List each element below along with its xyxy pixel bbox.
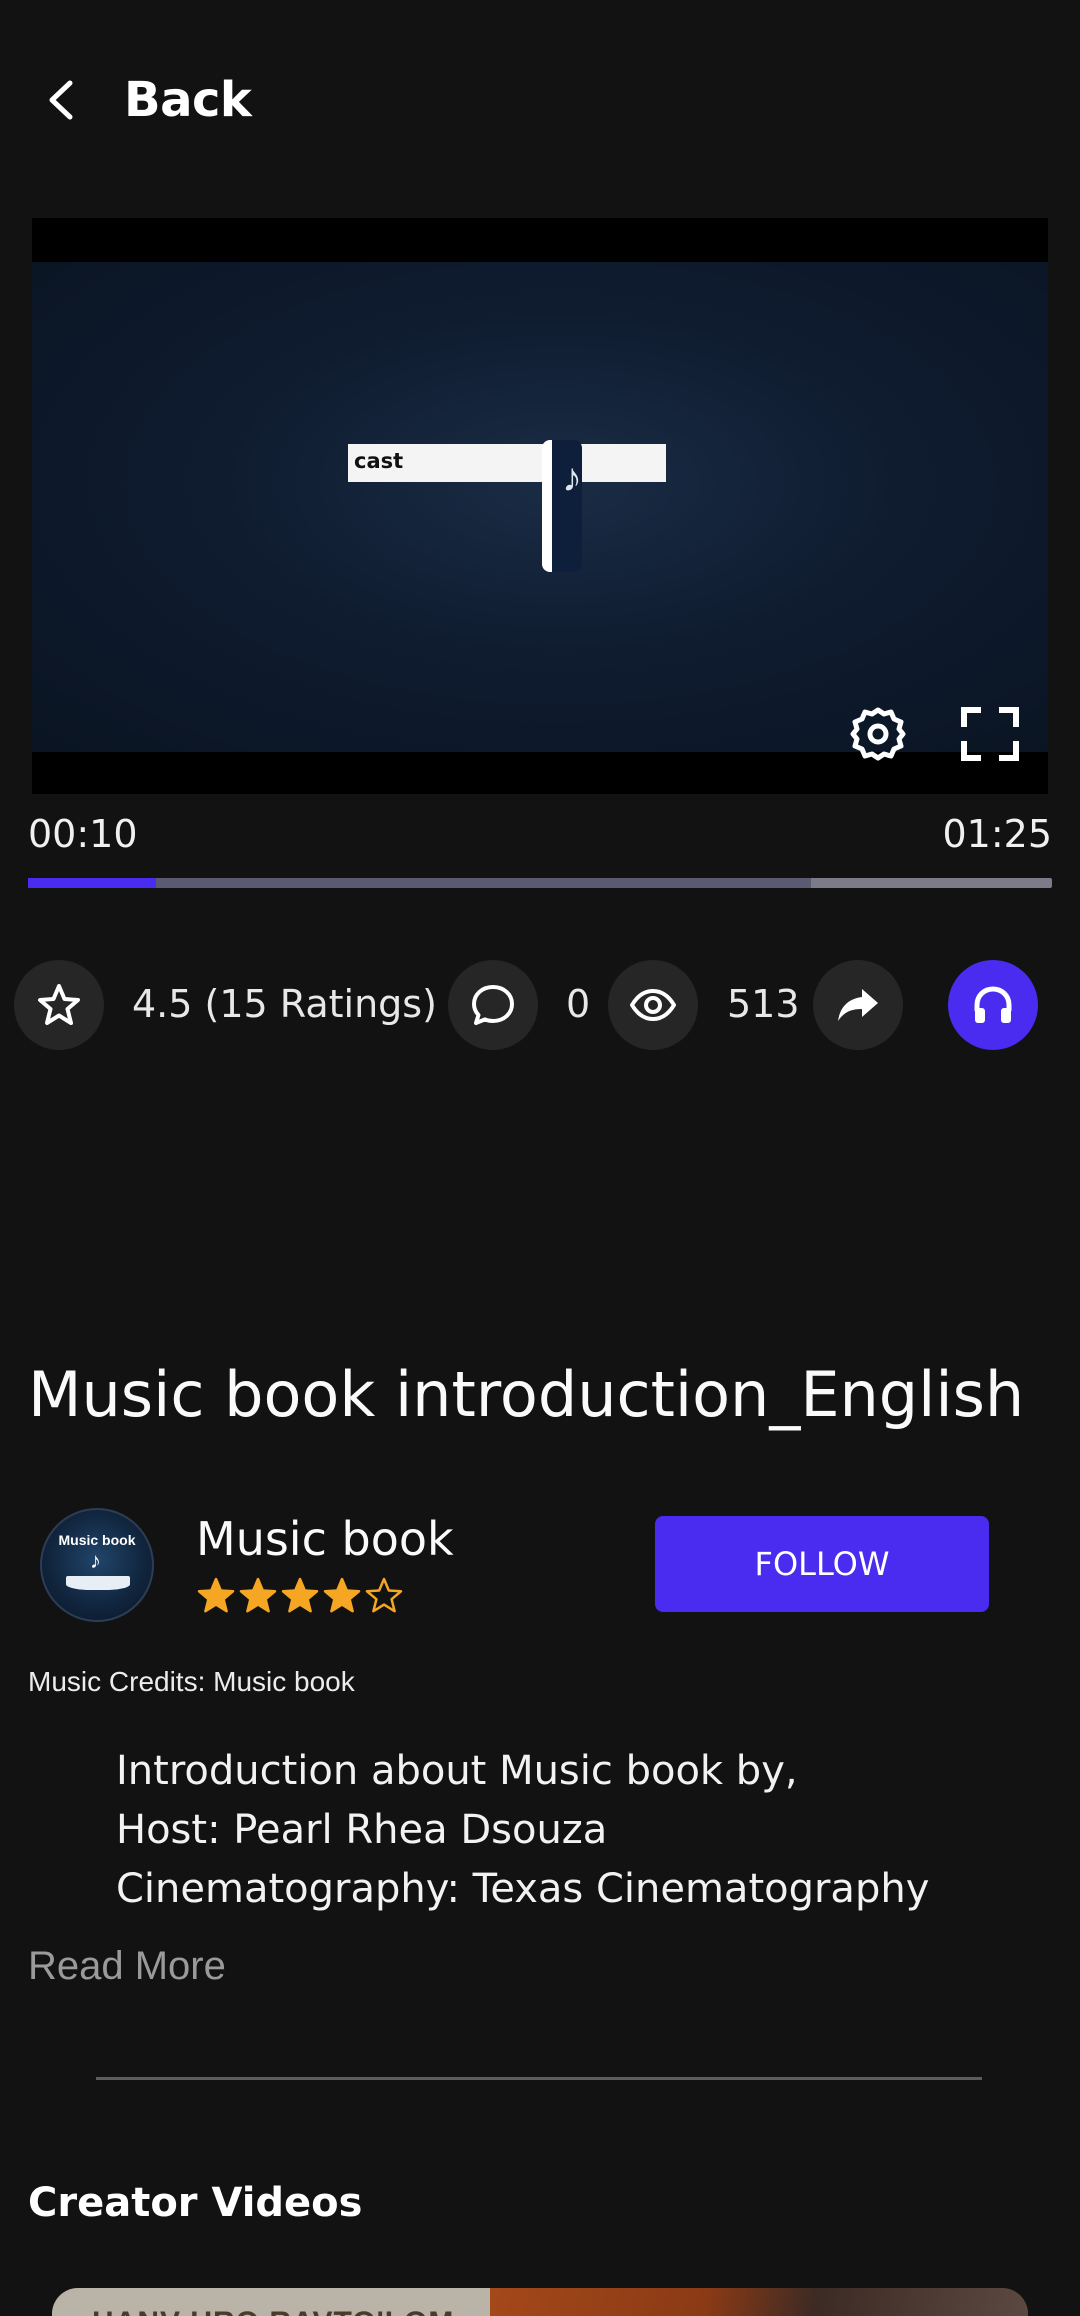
- avatar-note-icon: ♪: [90, 1548, 101, 1573]
- description-line: Cinematography: Texas Cinematography: [116, 1866, 930, 1912]
- total-time: 01:25: [942, 812, 1052, 856]
- chevron-left-icon: [49, 80, 73, 120]
- avatar-book-icon: [66, 1576, 130, 1590]
- eye-icon: [630, 989, 676, 1021]
- view-count: 513: [727, 982, 800, 1026]
- comment-count: 0: [566, 982, 591, 1026]
- progress-slider[interactable]: [28, 878, 1052, 888]
- avatar-logo-text: Music book: [58, 1532, 136, 1548]
- comments-button[interactable]: [448, 960, 538, 1050]
- description-line: Introduction about Music book by,: [116, 1748, 798, 1794]
- share-button[interactable]: [813, 960, 903, 1050]
- video-thumbnail-text: HANV URO RAVTO'LOM: [92, 2306, 454, 2316]
- section-divider: [96, 2077, 982, 2080]
- video-frame: [32, 262, 1048, 752]
- creator-rating-stars: [196, 1576, 406, 1616]
- read-more-link[interactable]: Read More: [28, 1944, 226, 1989]
- star-filled-icon: [239, 1577, 277, 1613]
- video-logo-bar: cast: [348, 444, 666, 482]
- video-description: Introduction about Music book by, Host: …: [116, 1742, 929, 1919]
- star-filled-icon: [197, 1577, 235, 1613]
- settings-gear-icon[interactable]: [848, 704, 908, 764]
- back-label: Back: [124, 72, 252, 128]
- music-credits: Music Credits: Music book: [28, 1666, 355, 1697]
- headphones-icon: [974, 986, 1012, 1023]
- description-line: Host: Pearl Rhea Dsouza: [116, 1807, 608, 1853]
- rate-button[interactable]: [14, 960, 104, 1050]
- back-button[interactable]: Back: [38, 62, 252, 138]
- video-title: Music book introduction_English: [28, 1358, 1025, 1431]
- creator-name[interactable]: Music book: [196, 1512, 454, 1566]
- creator-avatar[interactable]: Music book ♪: [40, 1508, 154, 1622]
- share-arrow-icon: [838, 989, 878, 1021]
- rating-text: 4.5 (15 Ratings): [132, 982, 437, 1026]
- current-time: 00:10: [28, 812, 138, 856]
- progress-played: [28, 878, 156, 888]
- music-note-icon: ♪: [562, 456, 582, 500]
- audio-mode-button[interactable]: [948, 960, 1038, 1050]
- views-button[interactable]: [608, 960, 698, 1050]
- star-filled-icon: [281, 1577, 319, 1613]
- stats-row: 4.5 (15 Ratings) 0 513: [0, 960, 1080, 1050]
- video-thumbnail-right: [490, 2288, 1028, 2316]
- comment-icon: [472, 985, 514, 1025]
- follow-button[interactable]: FOLLOW: [655, 1516, 989, 1612]
- top-bar: Back: [0, 0, 1080, 200]
- creator-videos-title: Creator Videos: [28, 2180, 363, 2226]
- star-empty-icon: [365, 1577, 403, 1613]
- star-outline-icon: [38, 984, 80, 1025]
- creator-video-card[interactable]: HANV URO RAVTO'LOM: [52, 2288, 1028, 2316]
- video-thumbnail-left: HANV URO RAVTO'LOM: [52, 2288, 490, 2316]
- star-filled-icon: [323, 1577, 361, 1613]
- video-overlay-text: cast: [354, 449, 404, 473]
- fullscreen-icon[interactable]: [960, 706, 1020, 762]
